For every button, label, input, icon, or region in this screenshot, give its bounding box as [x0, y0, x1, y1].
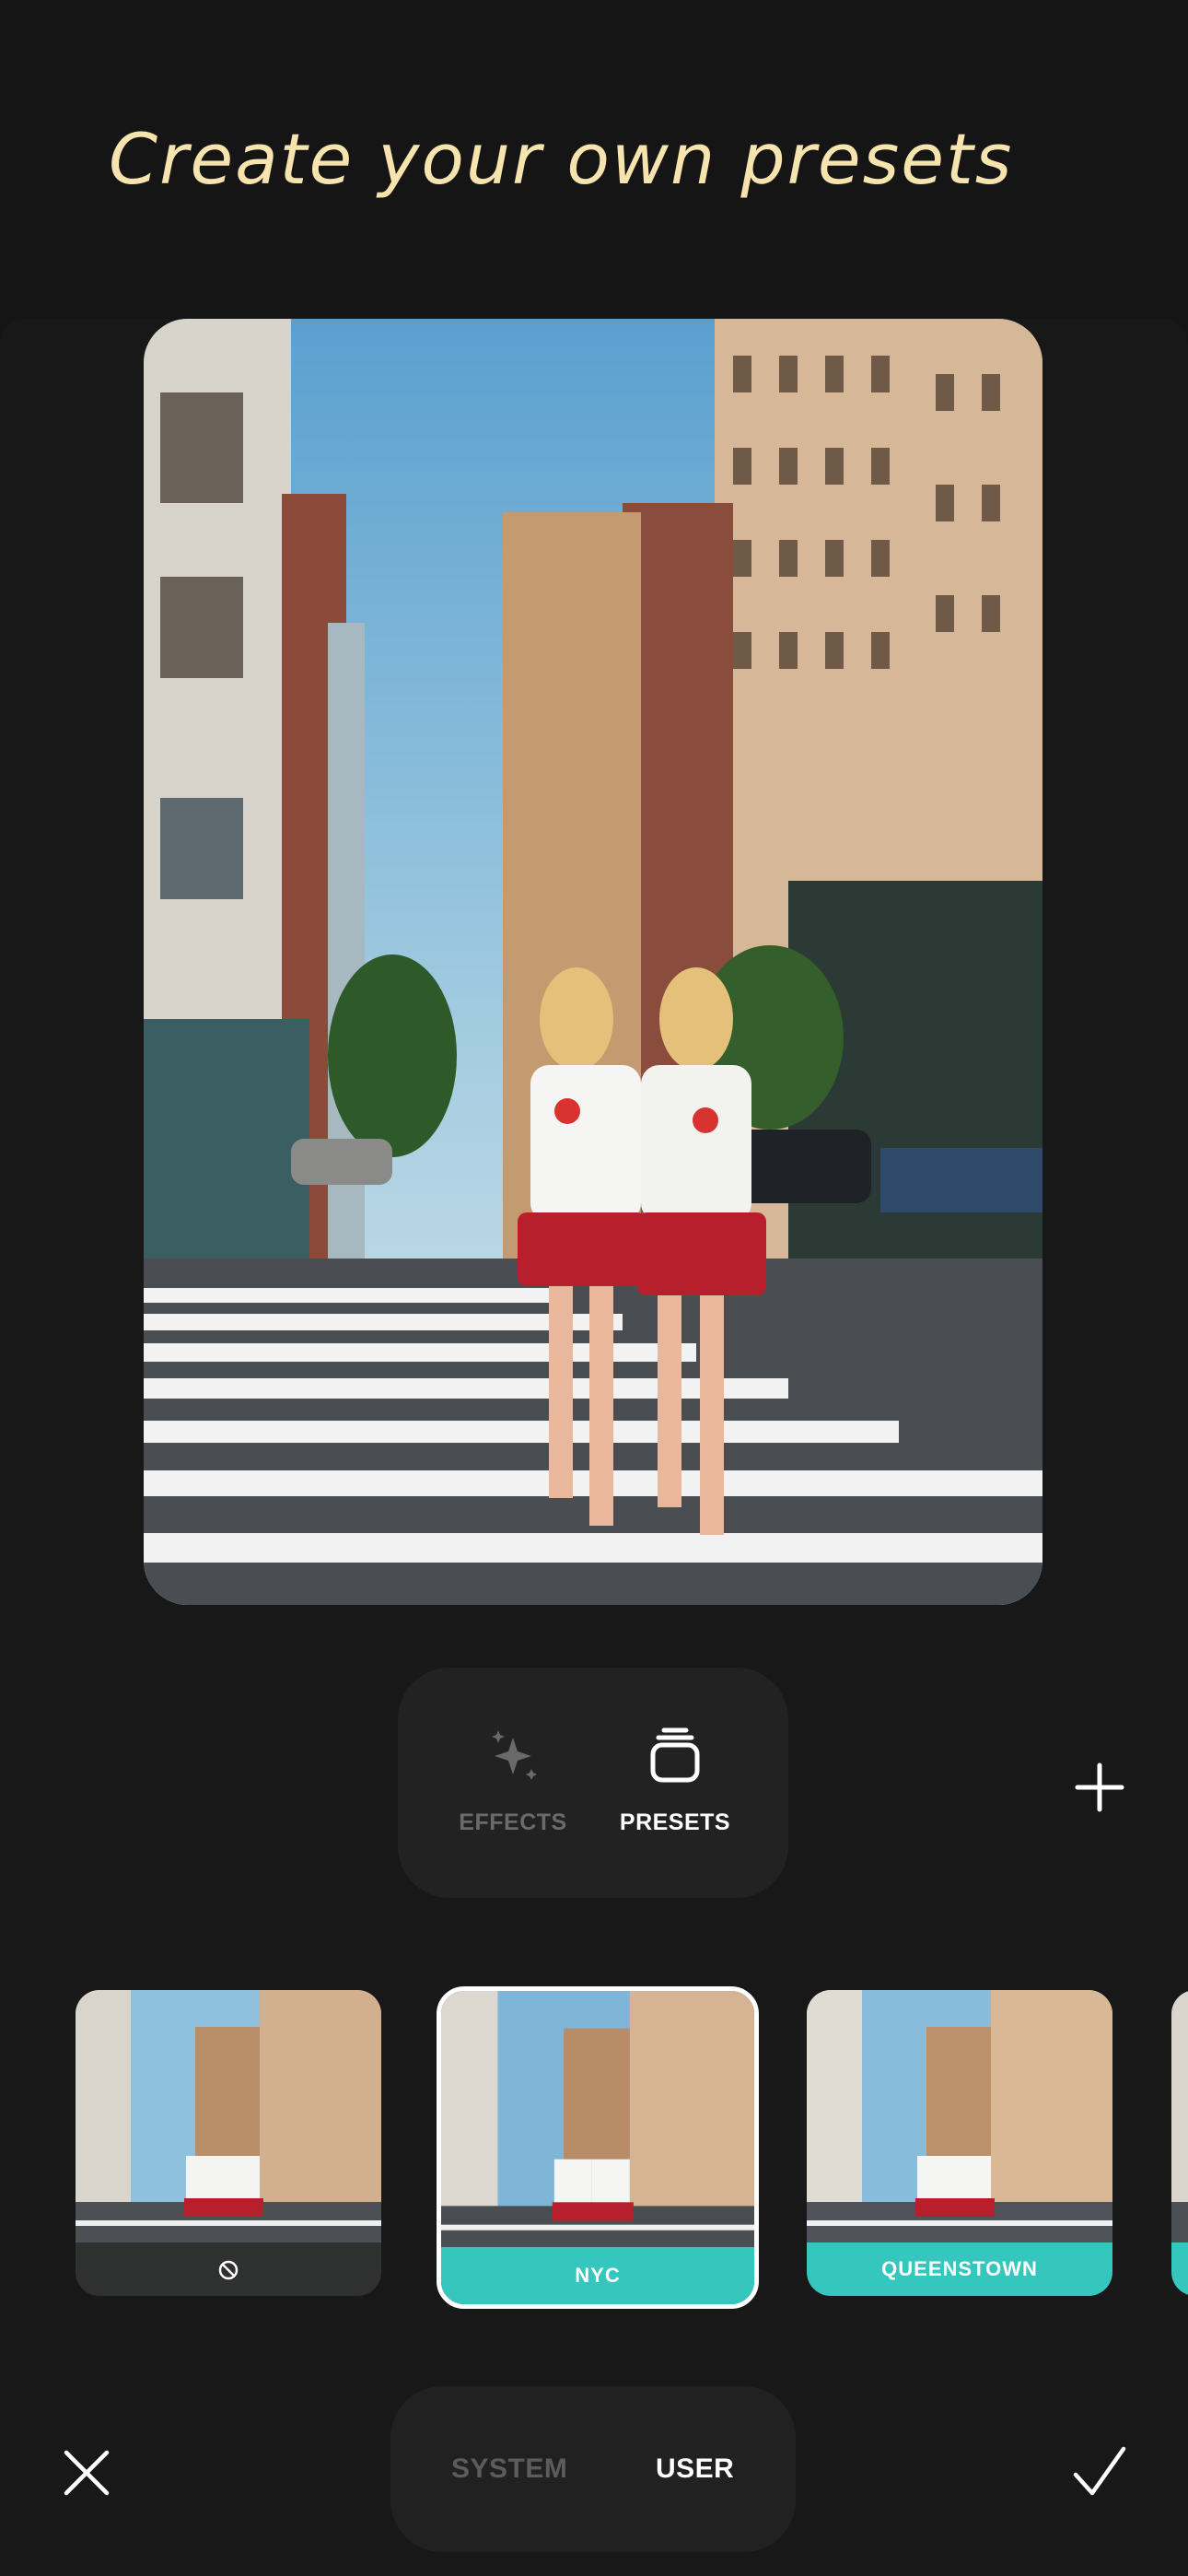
tab-presets[interactable]: PRESETS	[597, 1723, 753, 1861]
preset-thumb-image	[1171, 1990, 1188, 2242]
sparkle-icon	[492, 1730, 537, 1780]
preset-label	[76, 2242, 381, 2296]
street-photo-image	[144, 319, 1042, 1605]
preset-label-nyc: NYC	[441, 2247, 754, 2304]
mode-switcher: EFFECTS PRESETS	[398, 1668, 788, 1898]
tab-effects-label: EFFECTS	[459, 1809, 567, 1835]
photo-preview[interactable]	[144, 319, 1042, 1605]
collection-switcher: SYSTEM USER	[390, 2386, 796, 2552]
preset-label-queenstown: QUEENSTOWN	[807, 2242, 1112, 2296]
preset-label	[1171, 2242, 1188, 2296]
header: Create your own presets	[0, 0, 1188, 321]
preset-thumb-partial[interactable]	[1171, 1990, 1188, 2296]
stack-icon	[650, 1727, 700, 1783]
close-icon[interactable]	[61, 2447, 112, 2499]
tab-system[interactable]: SYSTEM	[451, 2386, 567, 2552]
preset-thumb-image	[76, 1990, 381, 2242]
tab-effects[interactable]: EFFECTS	[435, 1723, 591, 1861]
plus-icon[interactable]	[1070, 1758, 1129, 1817]
preset-thumb-none[interactable]	[76, 1990, 381, 2296]
none-icon	[218, 2260, 239, 2280]
preset-thumb-nyc[interactable]: NYC	[437, 1986, 759, 2309]
checkmark-icon[interactable]	[1070, 2443, 1129, 2500]
tab-user[interactable]: USER	[656, 2386, 734, 2552]
page-title: Create your own presets	[109, 118, 1014, 200]
tab-presets-label: PRESETS	[619, 1809, 731, 1835]
preset-thumb-image	[807, 1990, 1112, 2242]
preset-thumb-image	[441, 1991, 754, 2247]
preset-thumb-queenstown[interactable]: QUEENSTOWN	[807, 1990, 1112, 2296]
